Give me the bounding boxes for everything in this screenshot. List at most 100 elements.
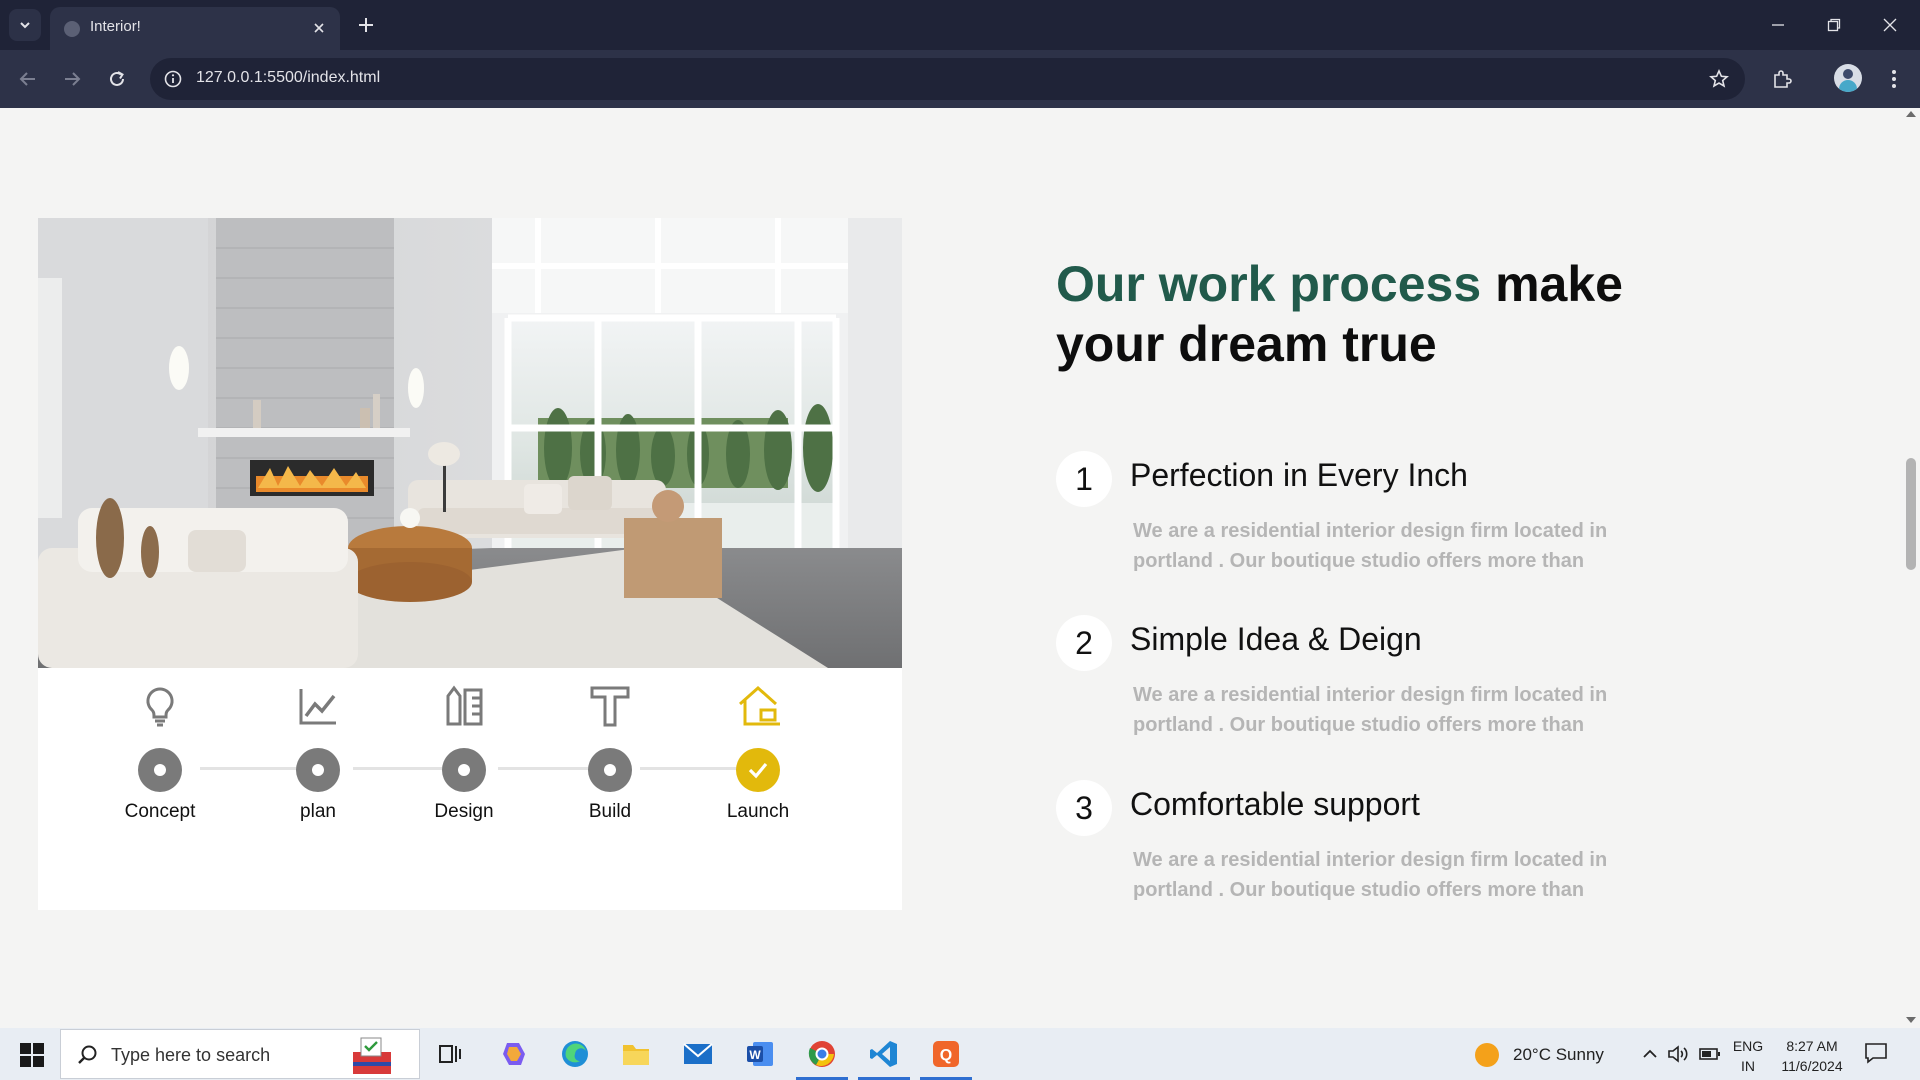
heading-rest: your dream true: [1056, 316, 1437, 372]
tab-search-button[interactable]: [9, 9, 41, 41]
copilot-icon: [503, 1043, 525, 1065]
step-label: Launch: [726, 801, 790, 822]
living-room-image: [38, 218, 902, 668]
clock[interactable]: 8:27 AM 11/6/2024: [1770, 1036, 1854, 1076]
ballot-box-icon: [353, 1037, 391, 1074]
feature-number: 1: [1056, 451, 1112, 507]
hammer-icon: [588, 684, 632, 728]
step-dot: [442, 748, 486, 792]
battery-icon: [1699, 1048, 1720, 1060]
page-viewport: Concept plan Design Build Launch Our wor…: [0, 108, 1902, 1028]
browser-toolbar: 127.0.0.1:5500/index.html: [0, 50, 1920, 108]
step-plan[interactable]: plan: [256, 668, 376, 910]
close-icon: [1883, 18, 1897, 32]
browser-menu-button[interactable]: [1878, 63, 1910, 95]
lightbulb-icon: [138, 684, 182, 728]
step-dot: [296, 748, 340, 792]
volume-button[interactable]: [1666, 1042, 1690, 1066]
feature-title: Simple Idea & Deign: [1130, 621, 1422, 657]
vscode-button[interactable]: [866, 1036, 902, 1072]
file-explorer-button[interactable]: [618, 1036, 654, 1072]
tray-overflow-button[interactable]: [1638, 1042, 1662, 1066]
step-concept[interactable]: Concept: [98, 668, 218, 910]
battery-button[interactable]: [1698, 1042, 1722, 1066]
minimize-icon: [1772, 24, 1784, 26]
start-button[interactable]: [12, 1040, 52, 1070]
search-icon: [78, 1045, 97, 1064]
chrome-icon: [808, 1041, 835, 1067]
restore-button[interactable]: [1814, 10, 1854, 40]
task-view-button[interactable]: [432, 1036, 468, 1072]
feature-item: 1 Perfection in Every Inch We are a resi…: [1056, 451, 1676, 601]
mail-icon: [683, 1043, 713, 1064]
step-dot: [588, 748, 632, 792]
notification-button[interactable]: [1864, 1042, 1890, 1066]
step-label: plan: [300, 801, 336, 822]
scroll-up-arrow-icon[interactable]: [1906, 111, 1916, 117]
browser-tab-bar: Interior!: [0, 0, 1920, 50]
windows-taskbar: Type here to search W Q 20°C Sunny ENG I…: [0, 1028, 1920, 1080]
restore-icon: [1827, 18, 1841, 32]
extensions-button[interactable]: [1766, 63, 1798, 95]
copilot-button[interactable]: [496, 1036, 532, 1072]
step-dot: [138, 748, 182, 792]
back-button[interactable]: [12, 63, 44, 95]
weather-widget[interactable]: 20°C Sunny: [1475, 1042, 1625, 1068]
scroll-down-arrow-icon[interactable]: [1906, 1017, 1916, 1023]
folder-icon: [623, 1045, 649, 1065]
windows-logo-icon: [20, 1043, 44, 1067]
reload-button[interactable]: [101, 63, 133, 95]
language-indicator[interactable]: ENG IN: [1728, 1036, 1768, 1076]
edge-button[interactable]: [557, 1036, 593, 1072]
q-app-button[interactable]: Q: [928, 1036, 964, 1072]
search-placeholder: Type here to search: [111, 1045, 271, 1065]
work-process-stepper: Concept plan Design Build Launch: [38, 668, 902, 910]
tab-title: Interior!: [90, 18, 141, 35]
address-bar[interactable]: 127.0.0.1:5500/index.html: [150, 58, 1745, 100]
chrome-button[interactable]: [804, 1036, 840, 1072]
close-window-button[interactable]: [1870, 10, 1910, 40]
taskbar-search-box[interactable]: Type here to search: [60, 1029, 420, 1079]
star-icon: [1709, 69, 1729, 88]
word-button[interactable]: W: [742, 1036, 778, 1072]
task-view-icon: [439, 1045, 461, 1063]
reload-icon: [110, 71, 124, 86]
word-icon: W: [747, 1042, 773, 1066]
feature-description: We are a residential interior design fir…: [1133, 849, 1608, 901]
globe-icon: [64, 21, 80, 37]
url-text[interactable]: 127.0.0.1:5500/index.html: [196, 69, 380, 87]
step-dot-complete: [736, 748, 780, 792]
feature-number: 3: [1056, 780, 1112, 836]
forward-button[interactable]: [56, 63, 88, 95]
arrow-right-icon: [65, 72, 81, 86]
vscode-icon: [870, 1041, 897, 1067]
step-launch[interactable]: Launch: [696, 668, 816, 910]
sun-icon: [1475, 1043, 1499, 1067]
feature-number: 2: [1056, 615, 1112, 671]
weather-text: 20°C Sunny: [1513, 1045, 1604, 1064]
feature-description: We are a residential interior design fir…: [1133, 684, 1608, 736]
page-scrollbar[interactable]: [1902, 108, 1920, 1028]
feature-item: 2 Simple Idea & Deign We are a residenti…: [1056, 615, 1676, 765]
step-design[interactable]: Design: [402, 668, 522, 910]
site-info-icon[interactable]: [162, 68, 184, 90]
tab-close-button[interactable]: [308, 17, 330, 39]
heading-accent: Our work process: [1056, 256, 1482, 312]
step-build[interactable]: Build: [548, 668, 668, 910]
feature-title: Comfortable support: [1130, 786, 1420, 822]
chevron-up-icon: [1643, 1049, 1657, 1058]
browser-tab[interactable]: Interior!: [50, 7, 340, 50]
section-heading: Our work process make your dream true: [1056, 254, 1696, 374]
bookmark-button[interactable]: [1707, 67, 1731, 91]
feature-title: Perfection in Every Inch: [1130, 457, 1468, 493]
profile-avatar[interactable]: [1834, 64, 1862, 92]
scrollbar-thumb[interactable]: [1906, 458, 1916, 570]
minimize-button[interactable]: [1758, 10, 1798, 40]
step-label: Design: [434, 801, 494, 822]
mail-button[interactable]: [680, 1036, 716, 1072]
clock-time: 8:27 AM: [1786, 1038, 1838, 1054]
svg-text:Q: Q: [940, 1047, 952, 1064]
new-tab-button[interactable]: [352, 11, 380, 39]
chat-bubble-icon: [1865, 1043, 1887, 1064]
plus-icon: [359, 18, 373, 32]
